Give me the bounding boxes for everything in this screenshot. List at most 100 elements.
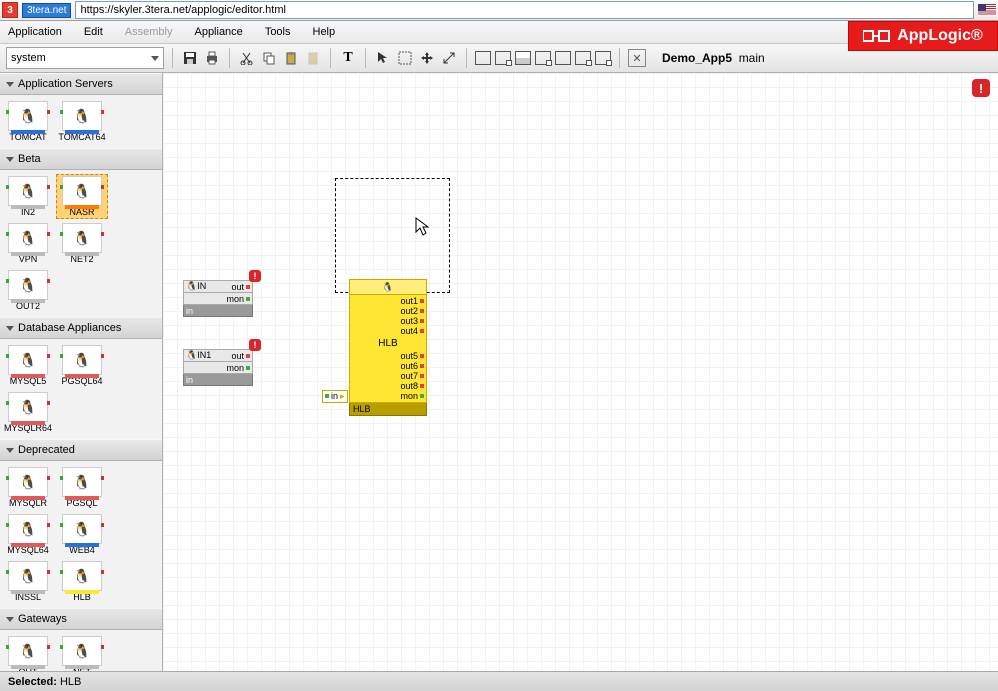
palette-item[interactable]: 🐧NET2 [56,221,108,266]
resize-tool-icon[interactable] [440,49,458,67]
view-mode-1-icon[interactable] [475,51,491,65]
chevron-down-icon [6,448,14,453]
palette-item[interactable]: 🐧OUT [2,634,54,671]
port-label: out1 [400,296,418,306]
menu-appliance[interactable]: Appliance [194,26,242,38]
close-button[interactable]: ✕ [628,49,646,67]
category-header[interactable]: Gateways [0,608,162,630]
move-tool-icon[interactable] [418,49,436,67]
palette-item[interactable]: 🐧TOMCAT [2,99,54,144]
palette-sidebar[interactable]: Application Servers 🐧TOMCAT🐧TOMCAT64 Beta 🐧… [0,73,163,671]
palette-item[interactable]: 🐧WEB4 [56,512,108,557]
appliance-icon: 🐧 [62,561,102,591]
canvas-node-hlb[interactable]: 🐧 out1out2out3out4HLBout5out6out7out8in▸… [349,279,427,416]
view-mode-3-icon[interactable] [515,51,531,65]
appliance-icon: 🐧 [62,345,102,375]
selection-status-bar: Selected: HLB [0,671,998,691]
menu-help[interactable]: Help [313,26,336,38]
view-mode-6-icon[interactable] [575,51,591,65]
text-tool-icon[interactable]: T [339,49,357,67]
breadcrumb-page[interactable]: main [739,51,765,65]
print-icon[interactable] [203,49,221,67]
chevron-down-icon [151,56,159,61]
palette-item[interactable]: 🐧INSSL [2,559,54,604]
port-out-icon[interactable] [246,354,250,358]
palette-item[interactable]: 🐧OUT2 [2,268,54,313]
url-input[interactable] [75,1,974,19]
paste-icon[interactable] [282,49,300,67]
node-label: IN1 [197,350,211,360]
favicon: 3 [2,2,18,18]
port-label-out: out [231,282,244,292]
category-header[interactable]: Beta [0,148,162,170]
palette-item[interactable]: 🐧PGSQL [56,465,108,510]
port-icon[interactable] [420,354,424,358]
palette-item[interactable]: 🐧IN2 [2,174,54,219]
view-mode-7-icon[interactable] [595,51,611,65]
appliance-icon: 🐧 [8,101,48,131]
menu-application[interactable]: Application [8,26,62,38]
view-mode-4-icon[interactable] [535,51,551,65]
port-in-inline[interactable]: in▸ [322,390,348,403]
port-row: out1 [352,296,424,306]
paste-special-icon[interactable] [304,49,322,67]
node-warning-icon[interactable]: ! [249,270,261,282]
port-row: out5 [352,351,424,361]
appliance-icon: 🐧 [8,514,48,544]
port-icon[interactable] [420,319,424,323]
canvas-node-in1[interactable]: ! 🐧IN1 out mon in [183,349,253,386]
appliance-icon: 🐧 [8,636,48,666]
breadcrumb-app[interactable]: Demo_App5 [662,51,732,65]
palette-item[interactable]: 🐧NET [56,634,108,671]
port-label-mon: mon [226,363,244,373]
port-mon-icon[interactable] [246,297,250,301]
category-header[interactable]: Deprecated [0,439,162,461]
canvas-node-in[interactable]: ! 🐧IN out mon in [183,280,253,317]
palette-item[interactable]: 🐧MYSQLR [2,465,54,510]
palette-item[interactable]: 🐧MYSQLR64 [2,390,54,435]
palette-item[interactable]: 🐧MYSQL5 [2,343,54,388]
menu-bar: Application Edit Assembly Appliance Tool… [0,21,998,44]
menu-assembly: Assembly [125,26,173,38]
locale-flag-icon[interactable] [978,4,996,16]
palette-item[interactable]: 🐧TOMCAT64 [56,99,108,144]
category-header[interactable]: Database Appliances [0,317,162,339]
cut-icon[interactable] [238,49,256,67]
port-icon[interactable] [420,374,424,378]
port-icon[interactable] [420,299,424,303]
port-row: out4 [352,326,424,336]
palette-item[interactable]: 🐧MYSQL64 [2,512,54,557]
canvas-grid [163,73,998,671]
port-icon[interactable] [420,384,424,388]
port-out-icon[interactable] [246,285,250,289]
node-warning-icon[interactable]: ! [249,339,261,351]
palette-item[interactable]: 🐧NASR [56,174,108,219]
site-identity-badge[interactable]: 3tera.net [22,3,71,18]
palette-item[interactable]: 🐧HLB [56,559,108,604]
appliance-icon: 🐧 [62,636,102,666]
port-icon[interactable] [420,309,424,313]
palette-item[interactable]: 🐧PGSQL64 [56,343,108,388]
port-label-mon: mon [226,294,244,304]
menu-tools[interactable]: Tools [265,26,291,38]
pointer-tool-icon[interactable] [374,49,392,67]
palette-item[interactable]: 🐧VPN [2,221,54,266]
save-icon[interactable] [181,49,199,67]
node-footer: HLB [349,403,427,416]
select-area-icon[interactable] [396,49,414,67]
port-icon[interactable] [420,364,424,368]
view-mode-2-icon[interactable] [495,51,511,65]
port-label: out3 [400,316,418,326]
port-icon[interactable] [420,394,424,398]
copy-icon[interactable] [260,49,278,67]
port-label-out: out [231,351,244,361]
design-canvas[interactable]: ! ! 🐧IN out mon in ! 🐧IN1 out mon in [163,73,998,671]
port-icon[interactable] [420,329,424,333]
port-mon-icon[interactable] [246,366,250,370]
appliance-icon: 🐧 [8,345,48,375]
category-header[interactable]: Application Servers [0,73,162,95]
canvas-warning-icon[interactable]: ! [972,79,990,97]
scope-selector[interactable]: system [6,47,164,69]
menu-edit[interactable]: Edit [84,26,103,38]
view-mode-5-icon[interactable] [555,51,571,65]
